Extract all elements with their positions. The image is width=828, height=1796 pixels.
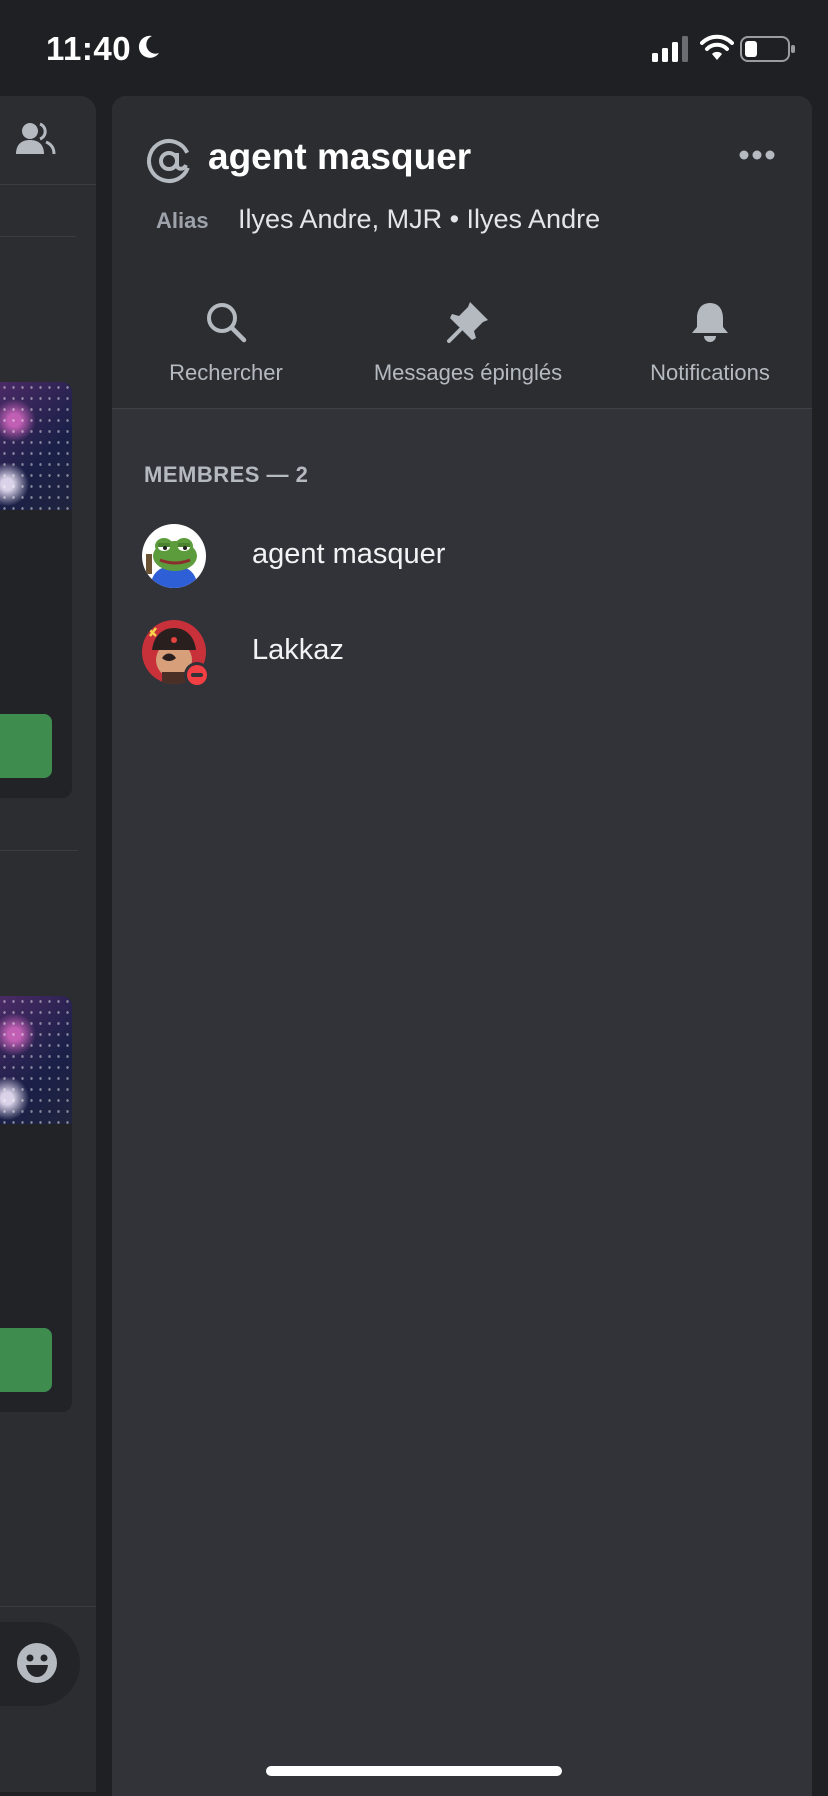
embed-action-button[interactable] [0,714,52,778]
embed-image[interactable] [0,382,72,510]
moon-icon [138,35,159,58]
pinned-messages-button[interactable]: Messages épinglés [358,276,578,408]
notifications-label: Notifications [650,360,770,385]
emoji-icon[interactable] [16,1642,58,1684]
embed-image[interactable] [0,996,72,1124]
pin-icon [447,302,488,343]
search-button[interactable]: Rechercher [146,276,306,408]
search-icon [207,303,247,343]
search-button-label: Rechercher [169,360,283,385]
wifi-icon [700,34,734,60]
divider [0,184,96,185]
battery-icon [740,36,795,62]
dm-title: agent masquer [208,136,472,177]
members-icon[interactable] [14,120,56,158]
member-item-lakkaz[interactable]: Lakkaz [142,620,762,690]
signal-icon [652,36,688,62]
home-indicator [266,1766,562,1776]
status-bar: 11:40 [0,0,828,96]
notifications-button[interactable]: Notifications [622,276,798,408]
panel-header: agent masquer Alias Ilyes Andre, MJR • I… [112,96,812,277]
pinned-messages-label: Messages épinglés [373,360,563,385]
embed-action-button[interactable] [0,1328,52,1392]
member-name: Lakkaz [252,634,344,666]
clock: 11:40 [46,30,132,67]
divider [0,1606,96,1607]
divider [0,236,76,237]
at-sign-icon [147,139,191,183]
divider [0,850,78,851]
dm-details-panel: agent masquer Alias Ilyes Andre, MJR • I… [112,96,812,1796]
emoji-button-container[interactable] [0,1622,80,1706]
member-item-agent-masquer[interactable]: agent masquer [142,524,762,594]
do-not-disturb-status-icon [184,662,210,688]
avatar[interactable] [142,524,206,588]
background-channel-view[interactable] [0,96,96,1792]
action-bar: Rechercher Messages épinglés Notificatio… [112,276,812,409]
member-name: agent masquer [252,538,446,570]
more-options-icon[interactable] [738,148,776,162]
members-header: MEMBRES — 2 [144,462,309,487]
bell-icon [692,303,728,342]
alias-value: Ilyes Andre, MJR • Ilyes Andre [238,204,601,234]
frog-avatar-icon [142,524,206,588]
alias-label: Alias [156,208,209,233]
